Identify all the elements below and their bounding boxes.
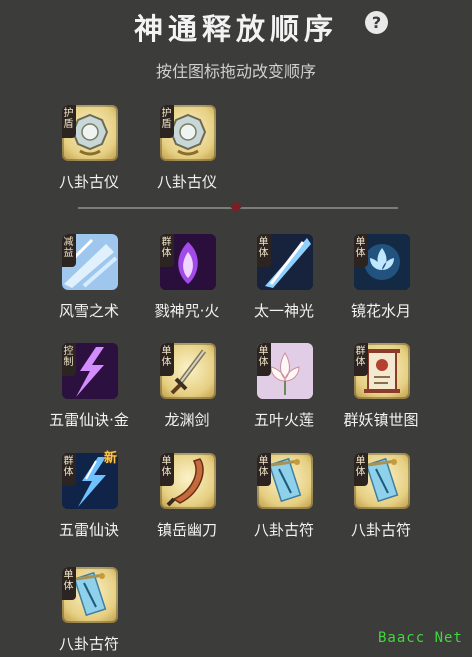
skill-slot[interactable]: 单体13 镇岳幽刀 <box>137 453 237 543</box>
skill-type-tag: 护盾 <box>62 105 76 138</box>
skill-name: 五叶火莲 <box>253 411 314 429</box>
skill-name: 八卦古符 <box>58 635 119 653</box>
skill-name: 八卦古符 <box>350 521 411 539</box>
skill-type-tag: 减益 <box>62 234 76 267</box>
watermark: Baacc Net <box>378 630 463 646</box>
skill-icon-card[interactable]: 单体6 <box>257 234 313 290</box>
skill-name: 八卦古符 <box>253 521 314 539</box>
skill-slot[interactable]: 单体15 八卦古符 <box>331 453 431 543</box>
skill-name: 八卦古仪 <box>156 173 217 191</box>
skill-name: 群妖镇世图 <box>343 411 419 429</box>
skill-slot[interactable]: 护盾1 八卦古仪 <box>39 105 139 195</box>
skill-slot[interactable]: 单体14 八卦古符 <box>234 453 334 543</box>
skill-name: 八卦古仪 <box>58 173 119 191</box>
skill-name: 镇岳幽刀 <box>156 521 217 539</box>
skill-slot[interactable]: 单体7 镜花水月 <box>331 234 431 324</box>
skill-icon-card[interactable]: 单体13 <box>160 453 216 509</box>
skill-type-tag: 单体 <box>160 343 174 376</box>
skill-icon-card[interactable]: 单体15 <box>354 453 410 509</box>
skill-slot[interactable]: 控制8 五雷仙诀·金 <box>39 343 139 433</box>
skill-slot[interactable]: 单体15 八卦古符 <box>39 567 139 657</box>
skill-name: 镜花水月 <box>350 302 411 320</box>
skill-type-tag: 群体 <box>160 234 174 267</box>
divider-ornament <box>230 201 242 213</box>
skill-icon-card[interactable]: 单体9 <box>160 343 216 399</box>
skill-icon-card[interactable]: 群体5 <box>160 234 216 290</box>
skill-icon-card[interactable]: 护盾2 <box>160 105 216 161</box>
skill-slot[interactable]: 减益4 风雪之术 <box>39 234 139 324</box>
skill-slot[interactable]: 单体10 五叶火莲 <box>234 343 334 433</box>
new-badge: 新 <box>104 451 118 466</box>
skill-name: 风雪之术 <box>58 302 119 320</box>
skill-name: 戮神咒·火 <box>154 302 220 320</box>
skill-slot[interactable]: 群体5 戮神咒·火 <box>137 234 237 324</box>
skill-type-tag: 单体 <box>354 453 368 486</box>
skill-icon-card[interactable]: 单体14 <box>257 453 313 509</box>
skill-icon-card[interactable]: 护盾1 <box>62 105 118 161</box>
skill-slot[interactable]: 单体9 龙渊剑 <box>137 343 237 433</box>
skill-slot[interactable]: 护盾2 八卦古仪 <box>137 105 237 195</box>
skill-icon-card[interactable]: 减益4 <box>62 234 118 290</box>
skill-name: 五雷仙诀 <box>58 521 119 539</box>
skill-type-tag: 单体 <box>160 453 174 486</box>
skill-type-tag: 单体 <box>257 343 271 376</box>
page-title: 神通释放顺序 <box>133 12 338 46</box>
skill-type-tag: 单体 <box>257 453 271 486</box>
skill-type-tag: 护盾 <box>160 105 174 138</box>
skill-slot[interactable]: 群体12新五雷仙诀 <box>39 451 139 543</box>
skill-type-tag: 群体 <box>62 453 76 486</box>
skill-slot[interactable]: 单体6 太一神光 <box>234 234 334 324</box>
skill-slot[interactable]: 群体11 群妖镇世图 <box>331 343 431 433</box>
help-button[interactable]: ? <box>365 11 388 34</box>
skill-type-tag: 群体 <box>354 343 368 376</box>
skill-icon-card[interactable]: 群体11 <box>354 343 410 399</box>
skill-icon-card[interactable]: 单体7 <box>354 234 410 290</box>
skill-name: 太一神光 <box>253 302 314 320</box>
skill-icon-card[interactable]: 控制8 <box>62 343 118 399</box>
skill-type-tag: 单体 <box>257 234 271 267</box>
skill-type-tag: 单体 <box>354 234 368 267</box>
skill-icon-card[interactable]: 单体15 <box>62 567 118 623</box>
skill-type-tag: 控制 <box>62 343 76 376</box>
instruction-text: 按住图标拖动改变顺序 <box>155 62 316 81</box>
skill-name: 龙渊剑 <box>164 411 210 429</box>
skill-name: 五雷仙诀·金 <box>49 411 129 429</box>
skill-type-tag: 单体 <box>62 567 76 600</box>
skill-icon-card[interactable]: 单体10 <box>257 343 313 399</box>
